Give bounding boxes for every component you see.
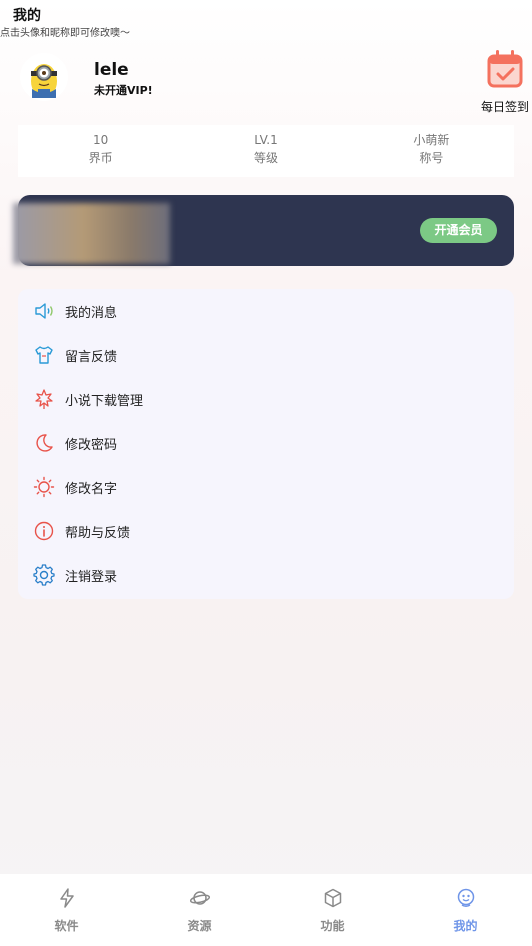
profile-header: 我的 点击头像和昵称即可修改噢～ lele 未开通VIP! 每日签到 <box>0 0 532 120</box>
tshirt-icon <box>35 346 53 364</box>
menu-item-label: 修改名字 <box>65 482 118 497</box>
speaker-icon <box>35 303 53 319</box>
stat-level: LV.1 等级 <box>183 125 348 177</box>
menu-item-label: 帮助与反馈 <box>65 526 131 541</box>
menu-item-label: 留言反馈 <box>65 350 118 365</box>
minion-avatar-icon <box>31 64 57 98</box>
info-icon <box>34 521 54 541</box>
stat-label: 等级 <box>253 151 278 165</box>
vip-status: 未开通VIP! <box>94 84 153 97</box>
menu-item-change-name[interactable]: 修改名字 <box>18 465 514 509</box>
menu-item-logout[interactable]: 注销登录 <box>18 553 514 597</box>
tab-functions[interactable]: 功能 <box>266 874 399 946</box>
blurred-image <box>13 203 170 264</box>
gear-icon <box>33 564 55 586</box>
open-vip-button[interactable]: 开通会员 <box>420 218 497 243</box>
menu-item-novel-downloads[interactable]: 小说下载管理 <box>18 377 514 421</box>
username[interactable]: lele <box>94 60 129 80</box>
tab-label: 软件 <box>54 919 79 933</box>
stat-label: 界币 <box>88 151 113 165</box>
avatar[interactable] <box>20 53 68 101</box>
stat-value: 10 <box>93 133 109 147</box>
tab-software[interactable]: 软件 <box>0 874 133 946</box>
tab-label: 资源 <box>187 919 212 933</box>
tab-label: 我的 <box>453 919 478 933</box>
menu-item-label: 小说下载管理 <box>65 394 144 409</box>
daily-checkin-button[interactable]: 每日签到 <box>478 48 532 114</box>
stat-label: 称号 <box>419 151 444 165</box>
checkin-label: 每日签到 <box>481 100 530 114</box>
page-hint: 点击头像和昵称即可修改噢～ <box>0 28 130 39</box>
maple-leaf-icon <box>35 389 53 409</box>
stat-value: LV.1 <box>254 133 278 147</box>
stats-row: 10 界币 LV.1 等级 小萌新 称号 <box>18 125 514 177</box>
cube-icon <box>324 888 341 908</box>
menu-item-feedback[interactable]: 留言反馈 <box>18 333 514 377</box>
page-title: 我的 <box>13 8 41 24</box>
settings-menu: 我的消息 留言反馈 小说下载管理 修改密码 修改名字 帮助与反馈 注销登录 <box>18 289 514 599</box>
menu-item-label: 我的消息 <box>65 306 118 321</box>
stat-value: 小萌新 <box>413 133 450 147</box>
tab-mine[interactable]: 我的 <box>399 874 532 946</box>
bottom-tab-bar: 软件 资源 功能 我的 <box>0 874 532 946</box>
sun-icon <box>33 476 55 498</box>
moon-icon <box>36 434 53 452</box>
lightning-icon <box>59 888 74 908</box>
menu-item-change-password[interactable]: 修改密码 <box>18 421 514 465</box>
menu-item-messages[interactable]: 我的消息 <box>18 289 514 333</box>
tab-resources[interactable]: 资源 <box>133 874 266 946</box>
stat-title: 小萌新 称号 <box>349 125 514 177</box>
stat-coins: 10 界币 <box>18 125 183 177</box>
robot-face-icon <box>457 888 474 907</box>
menu-item-label: 注销登录 <box>65 570 118 585</box>
planet-icon <box>189 891 210 905</box>
calendar-check-icon <box>487 50 523 88</box>
tab-label: 功能 <box>320 919 345 933</box>
menu-item-label: 修改密码 <box>65 438 118 453</box>
menu-item-help[interactable]: 帮助与反馈 <box>18 509 514 553</box>
